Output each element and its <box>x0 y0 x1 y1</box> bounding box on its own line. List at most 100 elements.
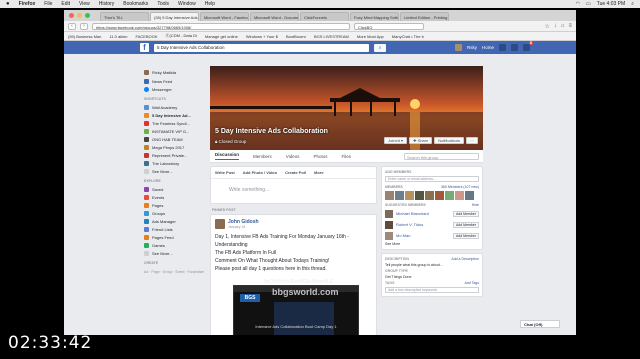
url-bar[interactable]: https://www.facebook.com/groups/327798/0… <box>92 22 350 30</box>
avatar[interactable] <box>455 191 464 200</box>
tab-photos[interactable]: Photos <box>313 154 327 159</box>
add-member-button[interactable]: Add Member <box>452 221 479 228</box>
close-window-icon[interactable] <box>69 13 74 18</box>
add-description-link[interactable]: Add a Description <box>451 257 479 261</box>
browser-tab[interactable]: Thor's TiLt <box>100 12 149 21</box>
tab-videos[interactable]: Videos <box>286 154 300 159</box>
facebook-search-input[interactable]: 5 Day Intensive Ads Collaboration <box>154 43 369 52</box>
browser-tab[interactable]: Foxy Mind Mapping Softwar <box>350 12 399 21</box>
sidebar-item-messenger[interactable]: Messenger <box>144 85 206 93</box>
avatar[interactable] <box>465 191 474 200</box>
avatar[interactable] <box>385 209 393 218</box>
avatar[interactable] <box>385 231 393 240</box>
avatar[interactable] <box>405 191 414 200</box>
see-more-link[interactable]: See More <box>385 242 479 246</box>
star-icon[interactable]: ☆ <box>544 23 549 30</box>
members-count-link[interactable]: 360 Members (107 new) <box>441 185 479 189</box>
sidebar-item-groups[interactable]: Groups <box>144 209 206 217</box>
sidebar-shortcut[interactable]: ONG HAB TEAM <box>144 135 206 143</box>
sidebar-shortcut[interactable]: Mega Pimps 2017 <box>144 143 206 151</box>
avatar[interactable] <box>215 219 225 229</box>
sidebar-shortcut[interactable]: The Fearless Syndi... <box>144 119 206 127</box>
bookmark-item[interactable]: FACEBOOK <box>136 34 158 39</box>
composer-input[interactable]: Write something... <box>211 179 376 193</box>
avatar[interactable] <box>385 191 394 200</box>
avatar[interactable] <box>445 191 454 200</box>
more-options-button[interactable]: ··· <box>466 137 478 144</box>
share-button[interactable]: ✚ Share <box>409 137 433 144</box>
bookmark-item[interactable]: Ⓕ(CDM - Data Di <box>166 33 197 39</box>
post-date[interactable]: January 16 <box>228 225 259 229</box>
friend-requests-icon[interactable] <box>499 44 506 51</box>
browser-tab[interactable]: Limited Edition - Printing is <box>400 12 449 21</box>
sidebar-shortcut-active[interactable]: 5 Day Intensive Ad... <box>144 111 206 119</box>
avatar[interactable] <box>415 191 424 200</box>
group-search-input[interactable]: Search this group <box>404 152 479 160</box>
bookmark-item[interactable]: Windows + Your $ <box>246 34 278 39</box>
spotlight-icon[interactable]: ⌕ <box>631 1 634 7</box>
tab-files[interactable]: Files <box>341 154 351 159</box>
avatar[interactable] <box>454 44 462 51</box>
facebook-logo[interactable]: f <box>140 43 149 52</box>
sidebar-shortcut[interactable]: INSTAMATE VIP G... <box>144 127 206 135</box>
write-post-button[interactable]: Write Post <box>215 170 235 175</box>
bookmark-item[interactable]: Manage get online <box>205 34 238 39</box>
bookmark-item[interactable]: BGS LIVESTREAM <box>314 34 349 39</box>
notifications-button[interactable]: Notifications <box>434 137 464 144</box>
apple-icon[interactable]: ● <box>6 1 10 7</box>
menu-icon[interactable]: ≡ <box>568 23 572 30</box>
wifi-icon[interactable]: ◠ <box>576 1 580 7</box>
bookmark-item[interactable]: 11.0 aklen <box>109 34 127 39</box>
bookmark-item[interactable]: BootBoomr <box>286 34 306 39</box>
tab-members[interactable]: Members <box>253 154 272 159</box>
hide-link[interactable]: Hide <box>472 203 479 207</box>
menu-history[interactable]: History <box>99 1 115 7</box>
minimize-window-icon[interactable] <box>77 13 82 18</box>
menubar-clock[interactable]: Tue 4:03 PM <box>597 1 625 7</box>
menu-view[interactable]: View <box>79 1 90 7</box>
menu-bookmarks[interactable]: Bookmarks <box>123 1 148 7</box>
sidebar-item-pages[interactable]: Pages <box>144 201 206 209</box>
sidebar-item-news-feed[interactable]: News Feed <box>144 77 206 85</box>
sidebar-see-more[interactable]: See More... <box>144 249 206 257</box>
browser-tab[interactable]: Microsoft Word - Facebook <box>200 12 249 21</box>
search-icon[interactable]: ⌕ <box>374 43 386 52</box>
avatar[interactable] <box>425 191 434 200</box>
avatar[interactable] <box>385 220 393 229</box>
menu-help[interactable]: Help <box>205 1 215 7</box>
browser-tab-active[interactable]: (28) 5 Day Intensive Ads C <box>150 12 199 21</box>
sidebar-item-ads-manager[interactable]: Ads Manager <box>144 217 206 225</box>
sidebar-item-friend-lists[interactable]: Friend Lists <box>144 225 206 233</box>
add-member-input[interactable]: Enter name or email address... <box>385 176 479 182</box>
add-tags-link[interactable]: Add Tags <box>464 281 479 285</box>
home-icon[interactable]: ⌂ <box>561 23 565 30</box>
sidebar-item-pages-feed[interactable]: Pages Feed <box>144 233 206 241</box>
sidebar-profile[interactable]: Ricky Mattida <box>144 68 206 77</box>
profile-link[interactable]: Rsky <box>467 45 477 50</box>
browser-tab[interactable]: ClickFunnels <box>300 12 349 21</box>
bookmark-item[interactable]: (59) Business Man <box>68 34 101 39</box>
avatar[interactable] <box>435 191 444 200</box>
add-photo-video-button[interactable]: Add Photo / Video <box>243 170 277 175</box>
tags-input[interactable]: Add a few descriptive keywords <box>385 287 479 293</box>
bookmark-item[interactable]: ManyChat • The b <box>392 34 424 39</box>
add-member-button[interactable]: Add Member <box>452 210 479 217</box>
chat-bar[interactable]: Chat (Off) <box>520 320 560 328</box>
battery-icon[interactable]: ▭ <box>586 1 591 7</box>
create-links[interactable]: Ad · Page · Group · Event · Fundraiser <box>144 270 206 275</box>
sidebar-item-events[interactable]: Events <box>144 193 206 201</box>
joined-button[interactable]: Joined ▾ <box>384 137 408 144</box>
add-member-button[interactable]: Add Member <box>452 232 479 239</box>
menu-file[interactable]: File <box>44 1 52 7</box>
messages-icon[interactable] <box>511 44 518 51</box>
browser-search-input[interactable]: ClickBG <box>354 22 424 30</box>
menubar-app[interactable]: Firefox <box>19 1 36 7</box>
download-icon[interactable]: ↓ <box>554 23 557 30</box>
sidebar-see-more[interactable]: See More... <box>144 167 206 175</box>
sidebar-shortcut[interactable]: The Laboratory <box>144 159 206 167</box>
more-button[interactable]: More <box>314 170 324 175</box>
suggested-name[interactable]: Robert V. Tidus <box>396 222 450 227</box>
sidebar-item-saved[interactable]: Saved <box>144 185 206 193</box>
avatar[interactable] <box>395 191 404 200</box>
menu-edit[interactable]: Edit <box>61 1 70 7</box>
